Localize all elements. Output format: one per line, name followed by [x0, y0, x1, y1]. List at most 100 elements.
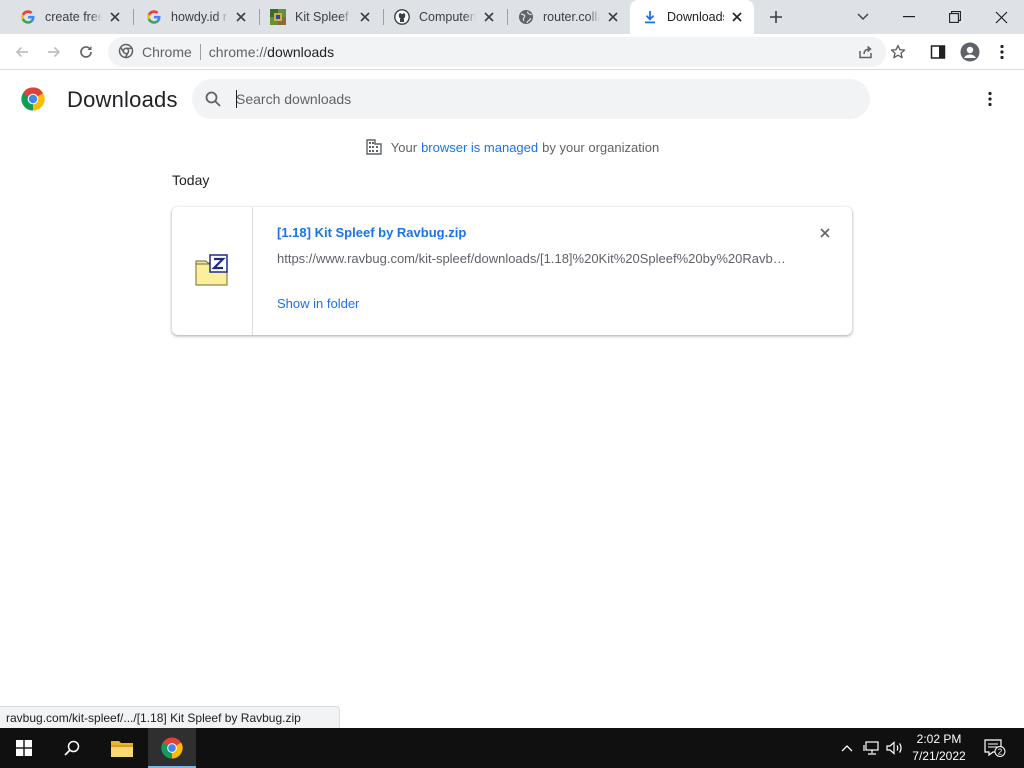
side-panel-icon [930, 45, 946, 59]
show-in-folder-link[interactable]: Show in folder [277, 296, 359, 311]
browser-toolbar: Chrome chrome://downloads [0, 34, 1024, 70]
downloads-menu-button[interactable] [978, 85, 1002, 113]
close-tab-icon[interactable] [232, 8, 250, 26]
restore-button[interactable] [932, 0, 978, 34]
close-tab-icon[interactable] [106, 8, 124, 26]
tab-howdy[interactable]: howdy.id m [134, 0, 258, 34]
share-button[interactable] [852, 38, 880, 66]
bookmark-button[interactable] [884, 38, 912, 66]
plus-icon [770, 11, 782, 23]
tab-title: Computern [419, 10, 476, 24]
search-icon [64, 740, 80, 756]
close-icon [995, 11, 1007, 23]
url-host: downloads [267, 44, 335, 60]
close-tab-icon[interactable] [480, 8, 498, 26]
network-icon [863, 741, 879, 755]
chrome-page-icon [118, 43, 134, 62]
globe-icon [518, 9, 534, 25]
star-icon [890, 44, 906, 59]
minecraft-block-icon [270, 9, 286, 25]
date-header: Today [172, 172, 210, 188]
tab-title: create free [45, 10, 102, 24]
close-tab-icon[interactable] [356, 8, 374, 26]
close-tab-icon[interactable] [604, 8, 622, 26]
tab-kit-spleef[interactable]: Kit Spleef [258, 0, 382, 34]
url-scheme: chrome:// [208, 44, 268, 60]
tab-title: howdy.id m [171, 10, 228, 24]
chrome-icon [161, 737, 183, 759]
back-button[interactable] [8, 38, 36, 66]
notification-count: 2 [998, 748, 1003, 757]
tab-search-button[interactable] [840, 0, 886, 34]
windows-logo-icon [16, 740, 32, 756]
tab-downloads[interactable]: Downloads [630, 0, 754, 34]
address-bar[interactable]: Chrome chrome://downloads [108, 37, 886, 67]
avatar-icon [960, 42, 980, 62]
page-title: Downloads [67, 87, 178, 112]
google-g-icon [20, 9, 36, 25]
github-icon [394, 9, 410, 25]
tab-title: Downloads [667, 10, 724, 24]
notification-icon: 2 [984, 739, 1006, 757]
download-icon [642, 9, 658, 25]
tab-create-free[interactable]: create free [8, 0, 132, 34]
tab-title: Kit Spleef [295, 10, 349, 24]
download-source-url[interactable]: https://www.ravbug.com/kit-spleef/downlo… [277, 251, 787, 266]
folder-icon [111, 741, 133, 757]
minimize-button[interactable] [886, 0, 932, 34]
clock-date: 7/21/2022 [912, 749, 966, 763]
text-caret [236, 90, 237, 108]
taskbar-search-button[interactable] [48, 728, 96, 768]
chevron-down-icon [857, 13, 869, 20]
chrome-taskbar-button[interactable] [148, 728, 196, 768]
chrome-logo-icon [21, 87, 45, 111]
action-center-button[interactable]: 2 [980, 728, 1010, 768]
download-item-card: [1.18] Kit Spleef by Ravbug.zip https://… [172, 207, 852, 335]
arrow-right-icon [48, 46, 61, 58]
remove-download-button[interactable] [815, 223, 835, 243]
downloads-toolbar: Downloads [0, 71, 1024, 127]
managed-prefix: Your [390, 139, 418, 155]
windows-taskbar: 2:02 PM 7/21/2022 2 [0, 728, 1024, 768]
link-status-bubble: ravbug.com/kit-spleef/.../[1.18] Kit Spl… [0, 706, 340, 728]
show-hidden-icons-button[interactable] [836, 728, 858, 768]
close-tab-icon[interactable] [728, 8, 746, 26]
tab-router[interactable]: router.colla [506, 0, 630, 34]
chevron-up-icon [841, 745, 853, 752]
managed-suffix: by your organization [542, 139, 660, 155]
restore-icon [949, 11, 961, 23]
search-input[interactable] [236, 91, 836, 107]
profile-button[interactable] [956, 38, 984, 66]
chrome-menu-button[interactable] [988, 38, 1016, 66]
arrow-left-icon [15, 46, 28, 58]
new-tab-button[interactable] [764, 5, 788, 29]
file-icon-column [172, 207, 253, 335]
managed-notice: Your browser is managed by your organiza… [0, 138, 1024, 156]
omnibox-divider [199, 44, 201, 60]
minimize-icon [903, 16, 915, 18]
close-icon [820, 228, 830, 238]
zip-file-icon [195, 254, 228, 286]
network-button[interactable] [860, 728, 882, 768]
search-icon [205, 91, 221, 107]
clock-time: 2:02 PM [916, 732, 962, 746]
site-label: Chrome [142, 44, 192, 60]
reload-button[interactable] [72, 38, 100, 66]
kebab-menu-icon [988, 91, 992, 107]
building-icon [366, 139, 382, 155]
share-icon [859, 45, 872, 59]
reload-icon [80, 46, 92, 58]
search-downloads-field[interactable] [192, 79, 870, 119]
system-clock[interactable]: 2:02 PM 7/21/2022 [900, 731, 978, 765]
tab-strip: create free howdy.id m Kit Spleef Comput… [0, 0, 1024, 34]
side-panel-button[interactable] [924, 38, 952, 66]
download-file-name-link[interactable]: [1.18] Kit Spleef by Ravbug.zip [277, 225, 466, 240]
tab-computern[interactable]: Computern [382, 0, 506, 34]
browser-managed-link[interactable]: browser is managed [421, 140, 538, 155]
tab-title: router.colla [543, 10, 600, 24]
close-window-button[interactable] [978, 0, 1024, 34]
file-explorer-button[interactable] [98, 728, 146, 768]
kebab-menu-icon [1000, 44, 1004, 60]
start-button[interactable] [0, 728, 48, 768]
forward-button[interactable] [40, 38, 68, 66]
